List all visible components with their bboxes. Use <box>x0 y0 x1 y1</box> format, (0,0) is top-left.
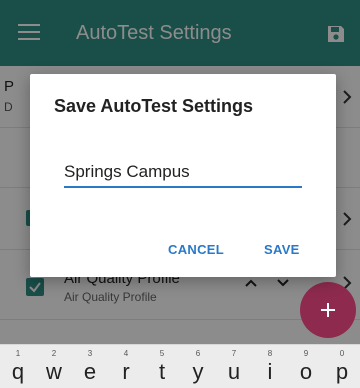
key-letter: i <box>267 359 273 384</box>
key-i[interactable]: 8i <box>252 345 288 388</box>
key-o[interactable]: 9o <box>288 345 324 388</box>
key-letter: r <box>122 359 130 384</box>
add-fab-button[interactable] <box>300 282 356 338</box>
key-letter: y <box>192 359 204 384</box>
key-w[interactable]: 2w <box>36 345 72 388</box>
key-letter: t <box>158 359 166 384</box>
key-number: 2 <box>51 349 57 358</box>
key-letter: p <box>335 359 349 384</box>
key-letter: o <box>299 359 313 384</box>
soft-keyboard: 1q 2w 3e 4r 5t 6y 7u 8i 9o 0p <box>0 344 360 388</box>
dialog-title: Save AutoTest Settings <box>54 96 254 116</box>
key-r[interactable]: 4r <box>108 345 144 388</box>
key-number: 0 <box>339 349 345 358</box>
key-q[interactable]: 1q <box>0 345 36 388</box>
key-e[interactable]: 3e <box>72 345 108 388</box>
cancel-button[interactable]: CANCEL <box>168 242 224 257</box>
plus-icon-bar <box>327 303 329 317</box>
key-letter: e <box>83 359 97 384</box>
key-t[interactable]: 5t <box>144 345 180 388</box>
save-button[interactable]: SAVE <box>264 242 300 257</box>
key-number: 3 <box>87 349 93 358</box>
name-input[interactable]: Springs Campus <box>64 162 302 188</box>
key-letter: w <box>46 359 62 384</box>
key-letter: u <box>227 359 241 384</box>
key-y[interactable]: 6y <box>180 345 216 388</box>
key-number: 6 <box>195 349 201 358</box>
key-number: 1 <box>15 349 21 358</box>
key-number: 9 <box>303 349 309 358</box>
key-number: 7 <box>231 349 237 358</box>
key-number: 8 <box>267 349 273 358</box>
key-u[interactable]: 7u <box>216 345 252 388</box>
key-number: 4 <box>123 349 129 358</box>
key-number: 5 <box>159 349 165 358</box>
key-p[interactable]: 0p <box>324 345 360 388</box>
save-settings-dialog: Save AutoTest Settings Springs Campus CA… <box>30 74 336 277</box>
key-letter: q <box>11 359 25 384</box>
